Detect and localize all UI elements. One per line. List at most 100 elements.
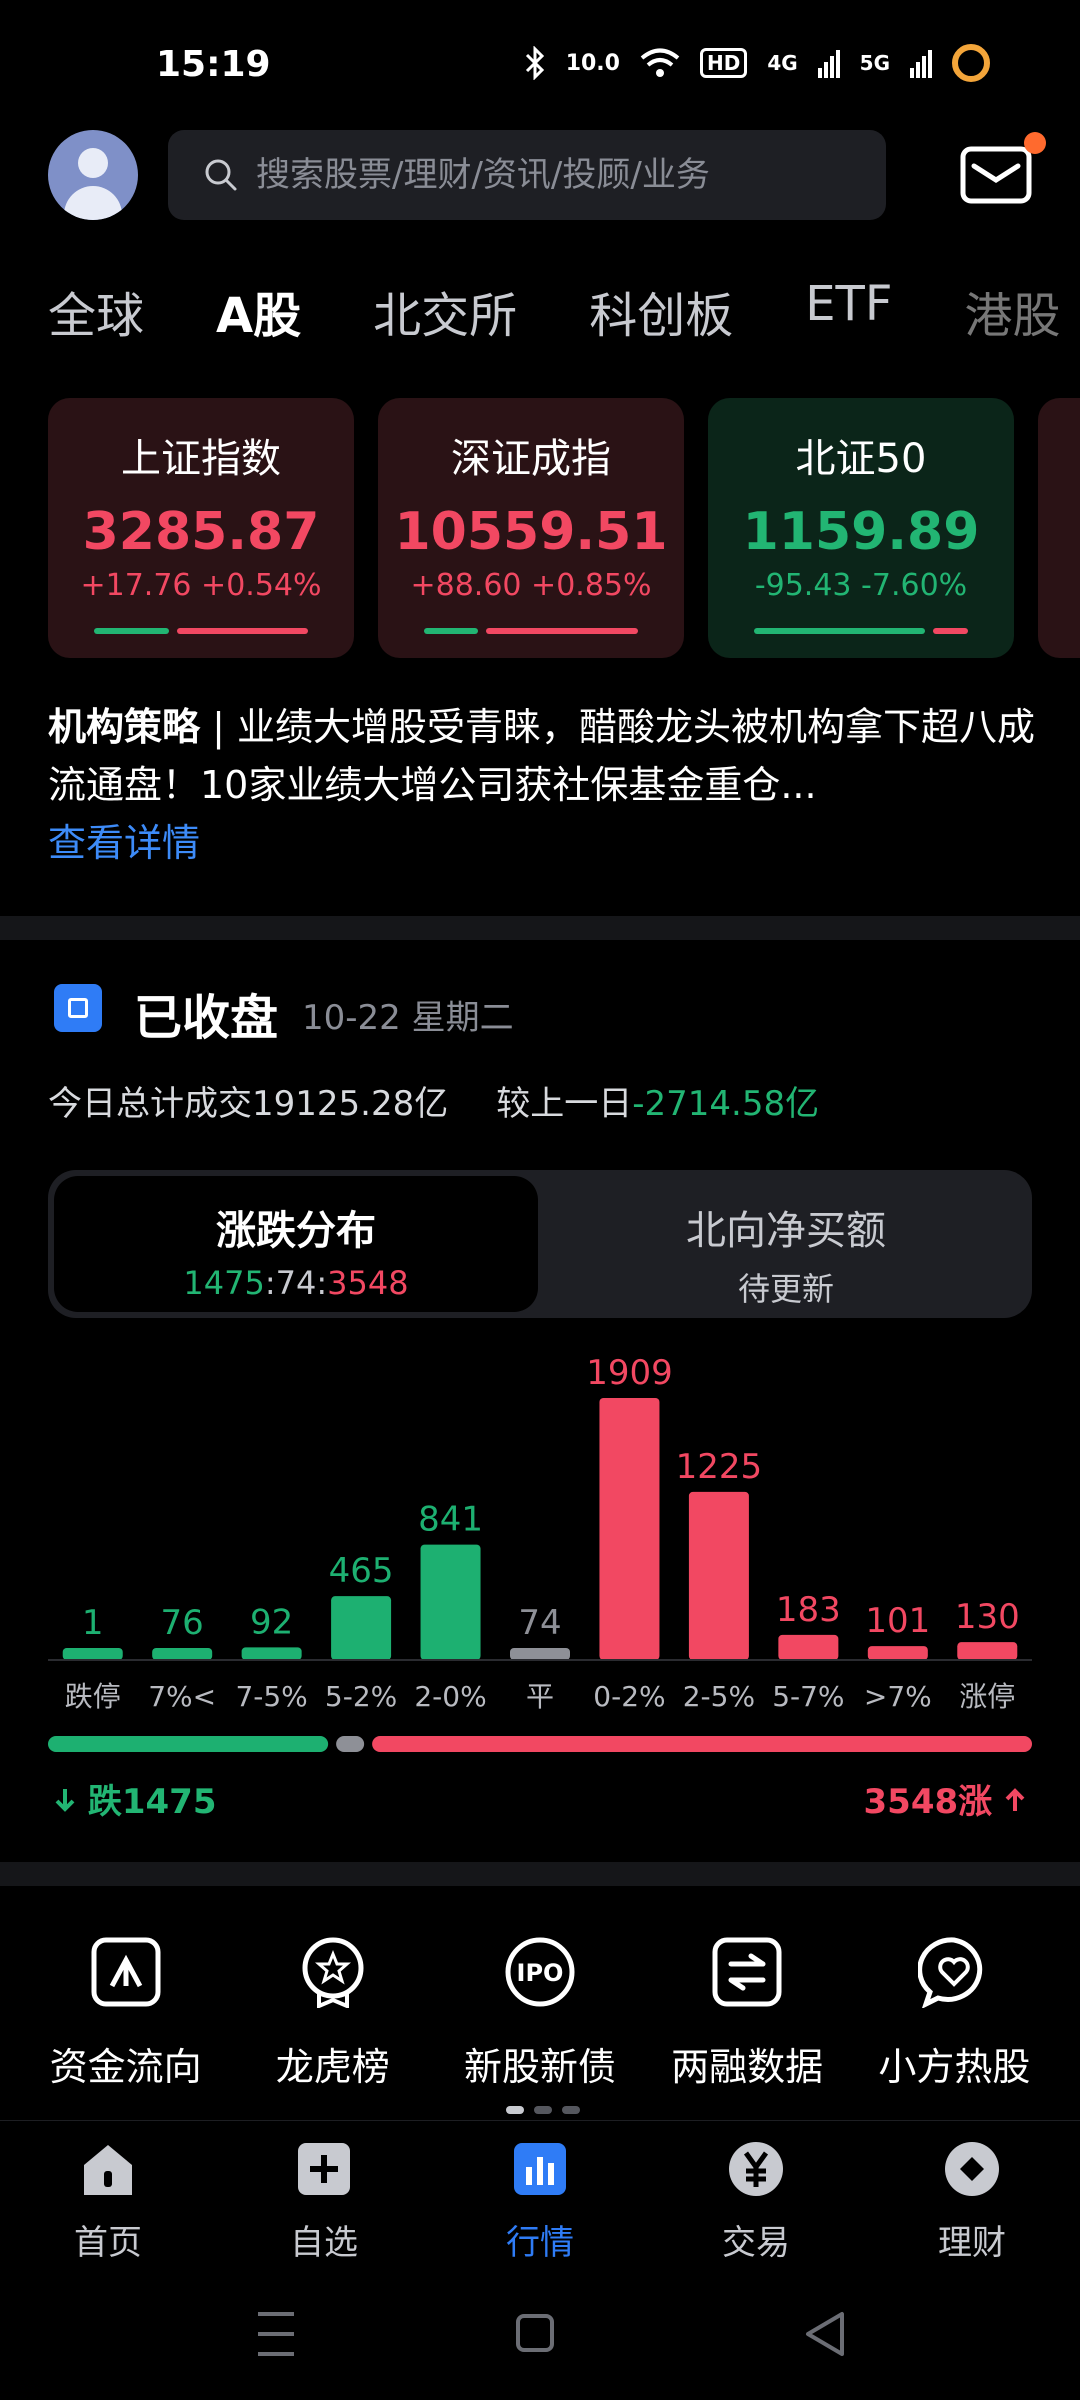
- capital-flow-icon: [91, 1937, 161, 2007]
- shortcut-ipo[interactable]: IPO 新股新债: [445, 1936, 635, 2091]
- tab-northbound-net-buy[interactable]: 北向净买额 待更新: [544, 1176, 1028, 1312]
- bar-value-label: 130: [955, 1597, 1020, 1637]
- bar-value-label: 183: [776, 1590, 841, 1630]
- shortcut-hot-stocks[interactable]: 小方热股: [859, 1936, 1049, 2091]
- news-item[interactable]: 机构策略 | 业绩大增股受青睐，醋酸龙头被机构拿下超八成流通盘！10家业绩大增公…: [48, 698, 1038, 872]
- bar-category-label: 0-2%: [593, 1680, 665, 1713]
- market-date: 10-22 星期二: [302, 998, 514, 1038]
- nav-label: 行情: [506, 2223, 574, 2263]
- index-name: 上证指数: [121, 436, 281, 482]
- nav-label: 首页: [74, 2223, 142, 2263]
- message-button[interactable]: [960, 132, 1046, 204]
- turnover-summary: 今日总计成交19125.28亿 较上一日-2714.58亿: [48, 1076, 819, 1125]
- shortcut-label: 新股新债: [463, 2045, 616, 2089]
- page-indicator: [506, 2106, 580, 2114]
- nav-label: 理财: [938, 2223, 1006, 2263]
- shortcut-dragon-tiger[interactable]: 龙虎榜: [238, 1936, 428, 2091]
- bar-2: [241, 1647, 302, 1660]
- view-details-link[interactable]: 查看详情: [48, 821, 200, 865]
- tab-rise-fall-distribution[interactable]: 涨跌分布 1475:74:3548: [54, 1176, 538, 1312]
- menu-icon[interactable]: [258, 2312, 294, 2356]
- avatar[interactable]: [48, 130, 138, 220]
- bar-5: [510, 1648, 570, 1660]
- ratio-down-segment: [48, 1736, 329, 1752]
- arrow-up-icon: [1005, 1788, 1025, 1811]
- index-change: +17.76 +0.54%: [80, 568, 322, 603]
- home-icon: [84, 2145, 132, 2195]
- nav-wealth[interactable]: 理财: [892, 2139, 1052, 2280]
- bar-up-segment: [176, 628, 308, 634]
- section-divider: [0, 1862, 1080, 1886]
- nav-market[interactable]: 行情: [460, 2139, 620, 2280]
- up-total-label: 3548涨: [863, 1782, 993, 1822]
- shortcut-label: 资金流向: [49, 2045, 202, 2089]
- shortcut-grid: 资金流向 龙虎榜 IPO 新股新债 两融数据 小方热股: [0, 1936, 1080, 2091]
- market-status-icon: [54, 984, 102, 1032]
- bar-value-label: 92: [250, 1602, 293, 1642]
- shortcut-label: 小方热股: [878, 2045, 1031, 2089]
- up-total: 3548涨: [864, 1774, 1026, 1823]
- plus-icon: [298, 2143, 350, 2195]
- up-down-ratio-bar: [48, 1736, 1032, 1752]
- search-bar[interactable]: [168, 130, 886, 220]
- avatar-head: [78, 148, 108, 178]
- index-card-szse[interactable]: 深证成指 10559.51 +88.60 +0.85%: [378, 398, 684, 658]
- chart-icon: [514, 2143, 566, 2195]
- index-name: 深证成指: [451, 436, 611, 482]
- section-divider: [0, 916, 1080, 940]
- market-status: 已收盘: [134, 990, 279, 1046]
- bar-down-segment: [754, 628, 926, 634]
- ratio-up: 3548: [327, 1264, 409, 1302]
- tab-global[interactable]: 全球: [48, 276, 144, 366]
- tab-etf[interactable]: ETF: [805, 276, 892, 366]
- nav-home[interactable]: 首页: [28, 2139, 188, 2280]
- bar-value-label: 465: [329, 1551, 394, 1591]
- news-tag: 机构策略: [48, 705, 201, 749]
- tab-hk[interactable]: 港股: [964, 276, 1060, 366]
- bar-value-label: 76: [161, 1603, 204, 1643]
- index-card-bse50[interactable]: 北证50 1159.89 -95.43 -7.60%: [708, 398, 1014, 658]
- distribution-toggle: 涨跌分布 1475:74:3548 北向净买额 待更新: [48, 1170, 1032, 1318]
- index-card-next[interactable]: [1038, 398, 1080, 658]
- index-breadth-bar: [94, 628, 308, 634]
- down-total: 跌1475: [54, 1774, 216, 1823]
- index-breadth-bar: [424, 628, 638, 634]
- battery-ring-icon: [952, 44, 990, 82]
- down-total-label: 跌1475: [87, 1782, 217, 1822]
- home-square-icon[interactable]: [516, 2314, 554, 2352]
- bar-up-segment: [485, 628, 638, 634]
- shortcut-margin-data[interactable]: 两融数据: [652, 1936, 842, 2091]
- nav-watchlist[interactable]: 自选: [244, 2139, 404, 2280]
- index-name: 北证50: [795, 436, 927, 482]
- bar-3: [331, 1596, 392, 1660]
- ratio-up-segment: [372, 1736, 1032, 1752]
- bar-6: [599, 1398, 660, 1660]
- index-card-sse[interactable]: 上证指数 3285.87 +17.76 +0.54%: [48, 398, 354, 658]
- tab-a-share[interactable]: A股: [216, 276, 301, 366]
- shortcut-capital-flow[interactable]: 资金流向: [31, 1936, 221, 2091]
- index-cards: 上证指数 3285.87 +17.76 +0.54% 深证成指 10559.51…: [48, 398, 1080, 658]
- status-time: 15:19: [156, 44, 271, 85]
- arrow-down-icon: [55, 1789, 75, 1812]
- bar-value-label: 1225: [676, 1447, 763, 1487]
- status-icons: 10.0 HD 4G 5G: [524, 44, 990, 82]
- bar-category-label: 平: [526, 1680, 554, 1713]
- bar-category-label: 跌停: [65, 1680, 121, 1713]
- tab-bse[interactable]: 北交所: [373, 276, 517, 366]
- ratio-down: 1475: [183, 1264, 265, 1302]
- ipo-icon: IPO: [505, 1937, 575, 2007]
- bar-category-label: 涨停: [959, 1680, 1015, 1713]
- search-input[interactable]: [256, 155, 856, 195]
- diamond-icon: [945, 2142, 999, 2196]
- ratio-flat: 74: [275, 1264, 317, 1302]
- nav-trade[interactable]: 交易: [676, 2139, 836, 2280]
- system-nav: [258, 2312, 844, 2356]
- notification-dot: [1024, 132, 1046, 154]
- back-icon[interactable]: [806, 2312, 844, 2356]
- tab-star-market[interactable]: 科创板: [589, 276, 733, 366]
- index-value: 1159.89: [742, 502, 980, 562]
- seg-title: 北向净买额: [686, 1208, 886, 1254]
- hd-icon: HD: [699, 48, 748, 78]
- mail-icon: [960, 146, 1032, 204]
- shortcut-label: 龙虎榜: [275, 2045, 390, 2089]
